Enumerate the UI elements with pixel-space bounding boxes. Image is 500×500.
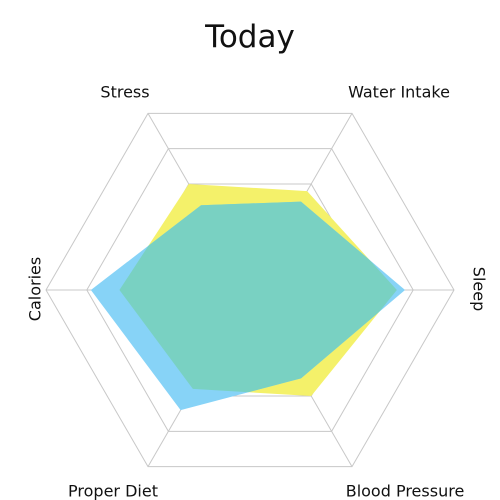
- axis-label-2: Water Intake: [348, 83, 450, 102]
- axis-label-3: Sleep: [470, 267, 489, 311]
- axis-label-1: Stress: [100, 83, 149, 102]
- radar-chart: Today Stress Water Intake Sleep Blood Press…: [26, 19, 489, 500]
- axis-label-6: Calories: [26, 257, 45, 321]
- series-layer: [90, 183, 406, 411]
- chart-title: Today: [204, 19, 295, 55]
- axis-label-5: Proper Diet: [68, 482, 158, 500]
- axis-label-4: Blood Pressure: [346, 482, 465, 500]
